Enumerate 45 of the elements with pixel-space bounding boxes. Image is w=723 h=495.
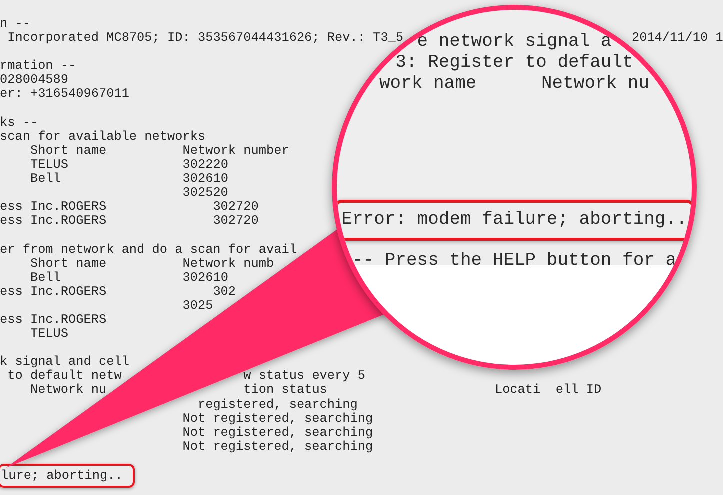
terminal-text: n -- <box>0 16 30 31</box>
magnified-line: 3: Register to default <box>396 53 634 74</box>
magnified-line: e network signal a <box>417 32 612 53</box>
terminal-text: to default netw <box>8 368 122 384</box>
terminal-text: 2014/11/10 1 <box>632 30 723 46</box>
terminal-text: scan for available networks <box>0 128 206 144</box>
terminal-text: 028004589 <box>0 72 69 88</box>
terminal-text: Network numb <box>182 256 274 271</box>
terminal-text: 302220 <box>182 156 228 172</box>
terminal-text: ess Inc.ROGERS <box>0 213 107 228</box>
highlighted-terminal-text: lure; aborting.. <box>0 464 135 488</box>
terminal-text: rmation -- <box>0 58 76 74</box>
terminal-text: 302610 <box>182 270 228 285</box>
terminal-text: TELUS <box>30 156 69 172</box>
terminal-text: 302 <box>213 284 236 299</box>
terminal-text: Network number <box>182 142 290 158</box>
terminal-text: er from network and do a scan for avail <box>0 242 297 256</box>
terminal-text: Bell <box>30 171 61 186</box>
terminal-text: Short name <box>30 142 107 158</box>
terminal-text: k signal and cell <box>0 354 130 370</box>
terminal-text: ess Inc.ROGERS <box>0 284 107 299</box>
terminal-text: Not registered, searching <box>182 438 374 454</box>
terminal-text: Not registered, searching <box>182 410 374 426</box>
terminal-text: ess Inc.ROGERS <box>0 312 107 327</box>
terminal-text: TELUS <box>30 326 69 342</box>
terminal-text: Network nu <box>30 382 107 398</box>
terminal-text: ks -- <box>0 114 38 130</box>
magnified-line: work name Network nu <box>379 74 650 95</box>
terminal-text: w status every 5 <box>244 368 366 384</box>
terminal-text: ell ID <box>556 382 602 398</box>
magnified-line: -- Press the HELP button for a <box>352 251 677 272</box>
terminal-text: registered, searching <box>198 396 358 412</box>
terminal-text: 3025 <box>182 298 214 313</box>
terminal-text: 302520 <box>182 185 228 200</box>
terminal-text: er: +316540967011 <box>0 86 130 102</box>
terminal-text: 302610 <box>182 171 228 186</box>
terminal-text: ess Inc.ROGERS <box>0 199 107 214</box>
terminal-text: Incorporated MC8705; ID: 353567044431626; Rev.: T3_5 <box>8 30 404 46</box>
terminal-text: 302720 <box>213 199 259 214</box>
terminal-text: Bell <box>30 270 61 285</box>
terminal-text: 302720 <box>213 213 259 228</box>
terminal-text: Not registered, searching <box>182 424 374 440</box>
terminal-text: Short name <box>30 256 107 271</box>
terminal-text: tion status <box>244 382 328 398</box>
terminal-text: Locati <box>494 382 541 398</box>
